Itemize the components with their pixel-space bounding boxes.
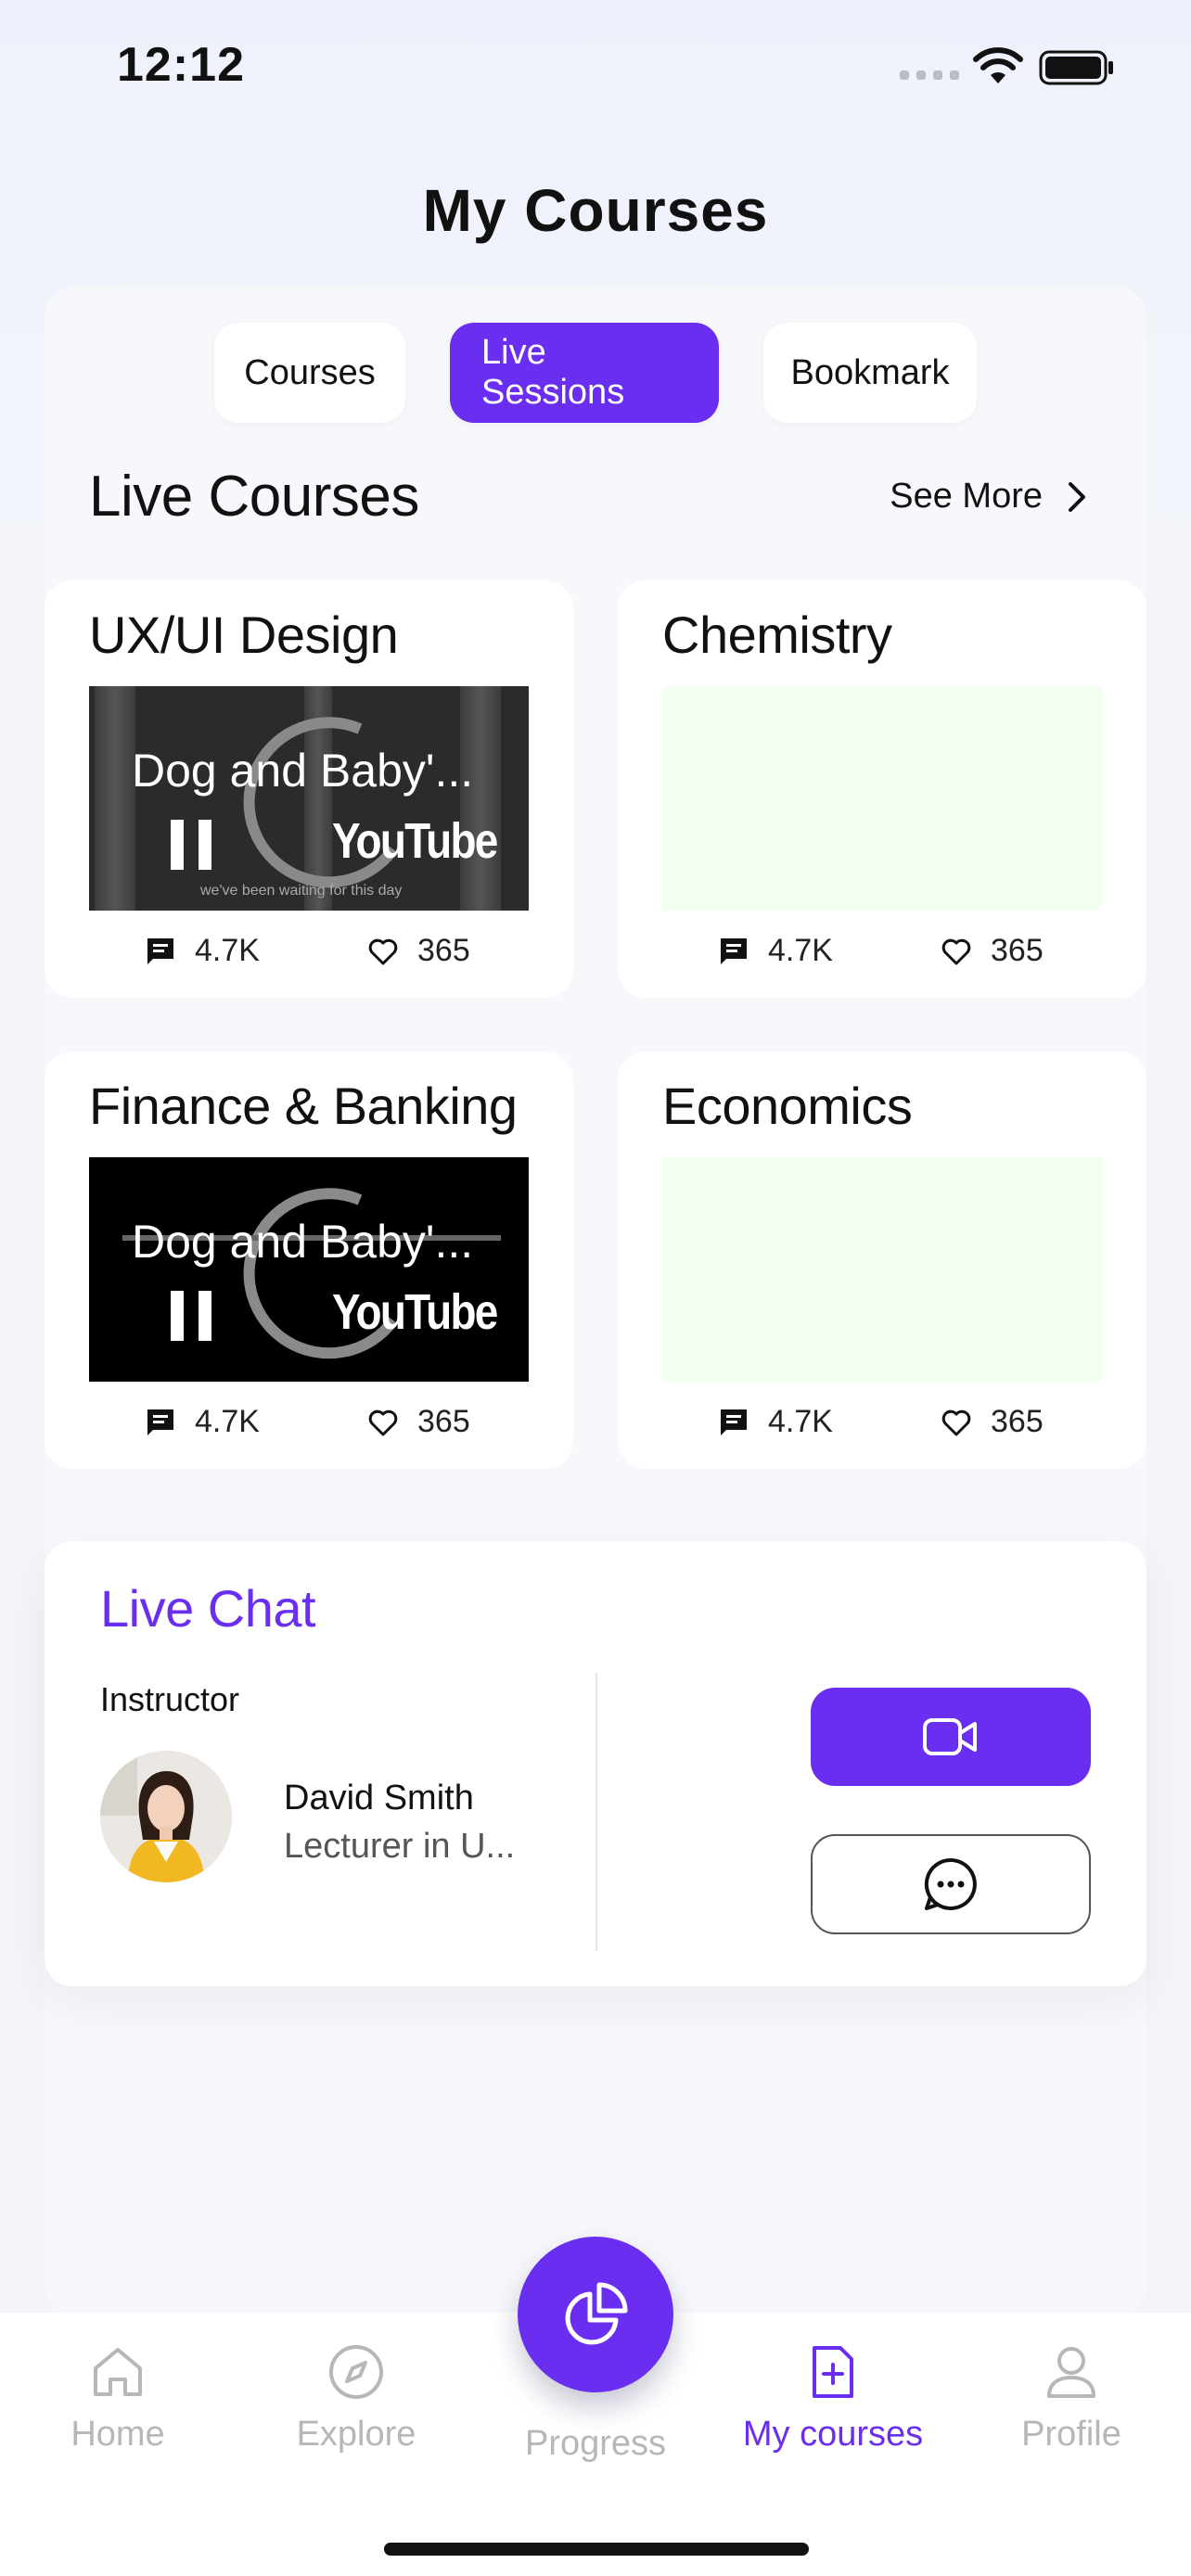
course-card[interactable]: Economics 4.7K 365 (618, 1052, 1146, 1469)
wifi-icon (973, 47, 1023, 83)
cellular-signal-icon (900, 70, 959, 80)
video-thumbnail[interactable]: Dog and Baby'... YouTube (89, 1157, 529, 1382)
section-title: Live Courses (89, 465, 419, 529)
page-title: My Courses (422, 177, 769, 244)
video-thumbnail[interactable]: Dog and Baby'... YouTube we've been wait… (89, 686, 529, 911)
see-more-label: See More (890, 477, 1043, 516)
heart-icon (368, 1409, 398, 1435)
course-stats: 4.7K 365 (45, 1404, 573, 1445)
tab-bar: Courses Live Sessions Bookmark (45, 323, 1146, 423)
nav-item-profile[interactable]: Profile (979, 2342, 1164, 2455)
comment-count: 4.7K (718, 933, 833, 969)
status-time: 12:12 (117, 38, 245, 92)
comment-count: 4.7K (718, 1404, 833, 1440)
video-title: Dog and Baby'... (132, 745, 474, 797)
tab-bookmark[interactable]: Bookmark (763, 323, 977, 423)
instructor-label: Instructor (100, 1680, 240, 1718)
course-card[interactable]: Finance & Banking Dog and Baby'... YouTu… (45, 1052, 573, 1469)
video-camera-icon (923, 1718, 977, 1755)
user-icon (1047, 2347, 1095, 2398)
pie-chart-icon (565, 2282, 628, 2345)
video-title: Dog and Baby'... (132, 1216, 474, 1268)
home-icon (94, 2348, 142, 2396)
like-count[interactable]: 365 (941, 1404, 1044, 1440)
comment-icon (721, 1409, 747, 1435)
document-add-icon (813, 2346, 853, 2398)
nav-item-explore[interactable]: Explore (263, 2342, 449, 2455)
course-card[interactable]: UX/UI Design Dog and Baby'... YouTube we… (45, 580, 573, 998)
divider (596, 1673, 597, 1951)
screen: 12:12 My Courses Courses Live Sessions B… (0, 0, 1191, 2576)
nav-item-my-courses[interactable]: My courses (740, 2342, 926, 2455)
content-panel: Courses Live Sessions Bookmark Live Cour… (45, 286, 1146, 2316)
chat-bubble-icon (924, 1857, 977, 1910)
course-name: Economics (662, 1077, 913, 1135)
course-card[interactable]: Chemistry 4.7K 365 (618, 580, 1146, 998)
comment-icon (721, 937, 747, 964)
instructor-photo (100, 1751, 232, 1882)
heart-icon (368, 938, 398, 964)
see-more-link[interactable]: See More (890, 477, 1089, 516)
tab-live-sessions[interactable]: Live Sessions (450, 323, 719, 423)
video-placeholder (662, 1157, 1102, 1382)
pause-icon[interactable] (171, 820, 211, 870)
comment-icon (147, 937, 173, 964)
course-stats: 4.7K 365 (618, 1404, 1146, 1445)
comment-count: 4.7K (145, 1404, 260, 1440)
pause-icon[interactable] (171, 1291, 211, 1341)
course-name: Finance & Banking (89, 1077, 518, 1135)
youtube-logo: YouTube (332, 1284, 498, 1340)
course-stats: 4.7K 365 (45, 933, 573, 974)
instructor-role: Lecturer in U... (284, 1827, 516, 1866)
course-name: Chemistry (662, 606, 892, 664)
message-button[interactable] (811, 1834, 1091, 1934)
tab-courses[interactable]: Courses (214, 323, 405, 423)
instructor-name: David Smith (284, 1779, 474, 1817)
like-count[interactable]: 365 (367, 933, 470, 969)
course-name: UX/UI Design (89, 606, 399, 664)
compass-icon (329, 2345, 383, 2399)
nav-item-home[interactable]: Home (25, 2342, 211, 2455)
video-caption: we've been waiting for this day (200, 883, 403, 899)
like-count[interactable]: 365 (941, 933, 1044, 969)
progress-fab-button[interactable] (518, 2237, 673, 2392)
nav-item-progress[interactable]: Progress (503, 2424, 688, 2464)
heart-icon (941, 1409, 971, 1435)
home-indicator (384, 2543, 809, 2556)
like-count[interactable]: 365 (367, 1404, 470, 1440)
battery-icon (1039, 50, 1113, 85)
youtube-logo: YouTube (332, 813, 498, 869)
video-placeholder (662, 686, 1102, 911)
status-bar: 12:12 (0, 0, 1191, 130)
comment-count: 4.7K (145, 933, 260, 969)
heart-icon (941, 938, 971, 964)
chevron-right-icon (1069, 481, 1085, 512)
avatar[interactable] (100, 1751, 232, 1882)
course-stats: 4.7K 365 (618, 933, 1146, 974)
video-call-button[interactable] (811, 1688, 1091, 1786)
live-chat-title: Live Chat (100, 1579, 316, 1638)
comment-icon (147, 1409, 173, 1435)
live-chat-card: Live Chat Instructor David Smith Lecture… (45, 1541, 1146, 1986)
